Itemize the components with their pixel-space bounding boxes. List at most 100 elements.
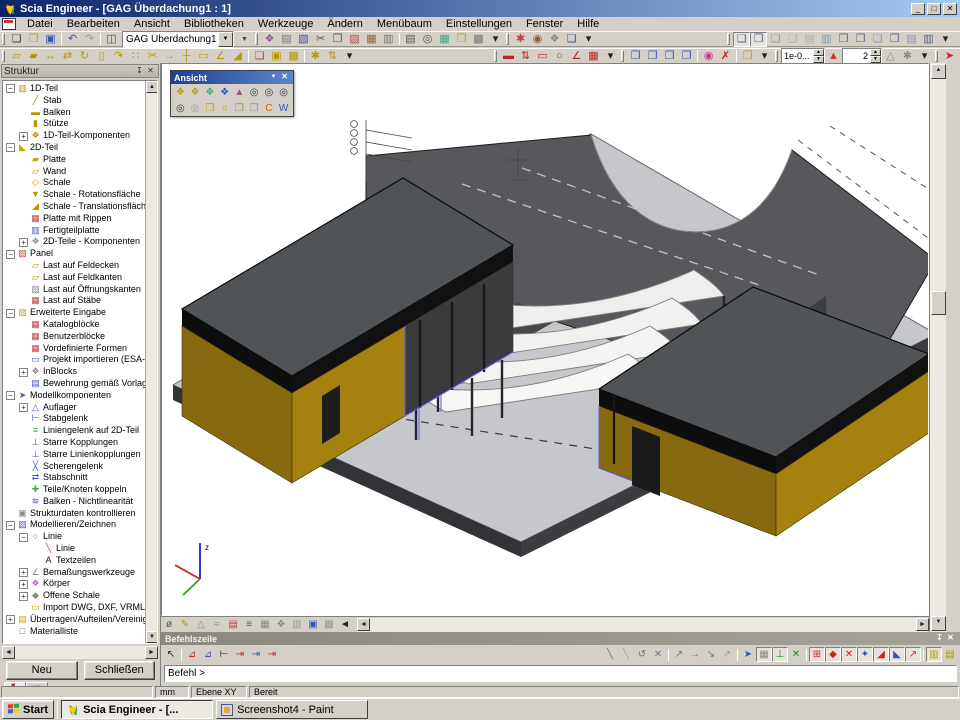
tolerance-spinner[interactable]: 1e-0... ▲▼ — [781, 48, 825, 64]
tree-item[interactable]: ▦ Last auf Stäbe — [4, 295, 146, 307]
tree-expander-icon[interactable]: + — [19, 132, 28, 141]
undo-icon[interactable]: ↶ — [64, 32, 81, 47]
tree-expander-icon[interactable] — [6, 509, 15, 518]
fillet-icon[interactable]: ∠ — [212, 49, 229, 64]
snap-off-icon[interactable]: ✕ — [788, 647, 804, 662]
collapse-icon[interactable]: ▼ — [268, 72, 279, 83]
view-window-10-icon[interactable]: ❐ — [886, 32, 903, 47]
tree-item[interactable]: ▤ Bewehrung gemäß Vorlage — [4, 378, 146, 390]
paste-special-3-icon[interactable]: ❐ — [661, 49, 678, 64]
tree-expander-icon[interactable] — [6, 627, 15, 636]
tree-item[interactable]: + ❖ InBlocks — [4, 366, 146, 378]
stretch-icon[interactable]: ↷ — [110, 49, 127, 64]
menu-item[interactable]: Hilfe — [570, 17, 606, 31]
snap-tangent-icon[interactable]: ◣ — [889, 647, 905, 662]
toolbar-grip[interactable] — [506, 33, 509, 45]
menu-item[interactable]: Menübaum — [370, 17, 439, 31]
tree-item[interactable]: ▨ Last auf Öffnungskanten — [4, 284, 146, 296]
tree-expander-icon[interactable]: − — [6, 250, 15, 259]
render-off-icon[interactable]: ❒ — [247, 101, 262, 115]
tree-item[interactable]: A Textzeilen — [4, 555, 146, 567]
tree-expander-icon[interactable]: + — [19, 568, 28, 577]
tree-item[interactable]: − ▧ Panel — [4, 248, 146, 260]
pin-icon[interactable]: ↧ — [134, 66, 145, 77]
extend-icon[interactable]: → — [161, 49, 178, 64]
ortho-icon[interactable]: ⊥ — [772, 647, 788, 662]
tree-expander-icon[interactable]: + — [19, 403, 28, 412]
scroll-up-icon[interactable]: ▲ — [931, 64, 946, 79]
tree-item[interactable]: ▱ Last auf Feldkanten — [4, 272, 146, 284]
menu-item[interactable]: Bearbeiten — [60, 17, 127, 31]
draw-params-icon[interactable]: ✎ — [177, 618, 193, 632]
paste-special-1-icon[interactable]: ❐ — [627, 49, 644, 64]
break-icon[interactable]: ┼ — [178, 49, 195, 64]
render-icon[interactable]: ❒ — [232, 101, 247, 115]
command-input[interactable] — [164, 665, 957, 682]
tree-item[interactable]: ▣ Strukturdaten kontrollieren — [4, 508, 146, 520]
array-icon[interactable]: ✱ — [307, 49, 324, 64]
tree-expander-icon[interactable] — [19, 462, 28, 471]
layers-view-icon[interactable]: ≡ — [241, 618, 257, 632]
new-icon[interactable]: ❏ — [8, 32, 25, 47]
unify-icon[interactable]: ❏ — [563, 32, 580, 47]
dim-vertical-icon[interactable]: ⇅ — [517, 49, 534, 64]
close-button[interactable]: ✕ — [943, 3, 957, 15]
tree-item[interactable]: □ Materialliste — [4, 626, 146, 638]
mdi-document-icon[interactable] — [2, 18, 16, 30]
tree-expander-icon[interactable] — [19, 96, 28, 105]
new-document-icon[interactable]: ▩ — [470, 32, 487, 47]
export-icon[interactable]: ❐ — [453, 32, 470, 47]
gallery-icon[interactable]: ▤ — [278, 32, 295, 47]
open-icon[interactable]: ❒ — [25, 32, 42, 47]
move-icon[interactable]: ↔ — [42, 49, 59, 64]
copy-multi-icon[interactable]: ⇄ — [59, 49, 76, 64]
scroll-down-icon[interactable]: ▼ — [146, 631, 158, 643]
labels-icon[interactable]: ▥ — [289, 618, 305, 632]
print-icon[interactable]: ▤ — [402, 32, 419, 47]
more-dropdown-icon[interactable]: ▾ — [756, 49, 773, 64]
tree-item[interactable]: ▬ Balken — [4, 107, 146, 119]
tree-item[interactable]: ▦ Platte mit Rippen — [4, 213, 146, 225]
cut-icon[interactable]: ✂ — [312, 32, 329, 47]
tree-expander-icon[interactable] — [19, 332, 28, 341]
flag-icon[interactable]: ▤ — [225, 618, 241, 632]
delete-icon[interactable]: ✗ — [717, 49, 734, 64]
tree-expander-icon[interactable] — [19, 179, 28, 188]
connect-icon[interactable]: ❖ — [546, 32, 563, 47]
line-mode-2-icon[interactable]: ╲ — [618, 647, 634, 662]
maximize-button[interactable]: □ — [927, 3, 941, 15]
cursor-icon[interactable]: ↖ — [163, 647, 179, 662]
toolbar-grip[interactable] — [775, 50, 778, 62]
tree-expander-icon[interactable] — [19, 108, 28, 117]
tree-item[interactable]: − ○ Linie — [4, 531, 146, 543]
toolbar-grip[interactable] — [621, 50, 624, 62]
table-icon[interactable]: ▦ — [363, 32, 380, 47]
pin-icon[interactable]: ↧ — [934, 633, 945, 644]
tree-expander-icon[interactable] — [19, 497, 28, 506]
tree-expander-icon[interactable] — [19, 474, 28, 483]
tree-expander-icon[interactable]: − — [6, 391, 15, 400]
close-icon[interactable]: ✕ — [945, 633, 956, 644]
tree-expander-icon[interactable] — [19, 415, 28, 424]
tree-expander-icon[interactable] — [19, 297, 28, 306]
tree-expander-icon[interactable] — [19, 356, 28, 365]
title-bar[interactable]: Scia Engineer - [GAG Überdachung1 : 1] _… — [0, 0, 960, 17]
dim-grid-icon[interactable]: ▦ — [585, 49, 602, 64]
tree-expander-icon[interactable] — [19, 191, 28, 200]
snap-extension-2-icon[interactable]: ⇥ — [248, 647, 264, 662]
more-dropdown-icon[interactable]: ▾ — [916, 49, 933, 64]
tree-expander-icon[interactable] — [19, 427, 28, 436]
tree-item[interactable]: ▱ Wand — [4, 166, 146, 178]
task-button[interactable]: Screenshot4 - Paint — [216, 700, 368, 719]
scroll-right-icon[interactable]: ► — [916, 618, 929, 631]
line-mode-4-icon[interactable]: ✕ — [650, 647, 666, 662]
menu-item[interactable]: Datei — [20, 17, 60, 31]
tree-item[interactable]: + ▤ Übertragen/Aufteilen/Vereinigen — [4, 614, 146, 626]
tree-expander-icon[interactable]: − — [6, 84, 15, 93]
shading-icon[interactable]: △ — [193, 618, 209, 632]
toolbar-grip[interactable] — [2, 50, 5, 62]
tree-item[interactable]: − ➤ Modellkomponenten — [4, 390, 146, 402]
scroll-left-icon[interactable]: ◄ — [357, 618, 370, 631]
tree-expander-icon[interactable] — [19, 226, 28, 235]
libraries-icon[interactable]: ❖ — [261, 32, 278, 47]
